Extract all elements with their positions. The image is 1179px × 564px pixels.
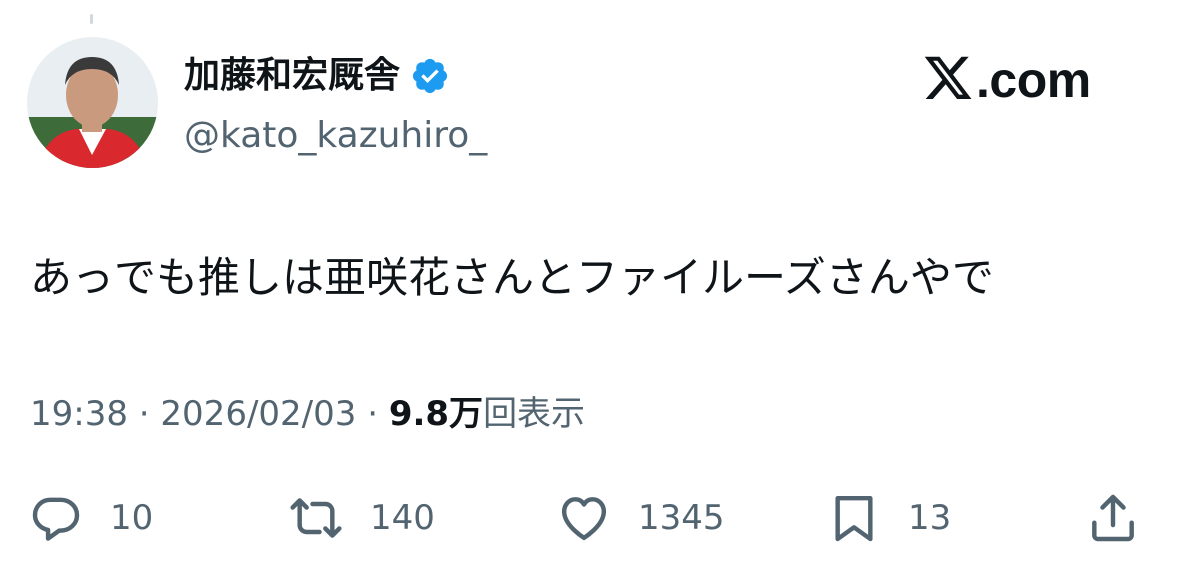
repost-icon	[290, 498, 342, 538]
repost-button[interactable]: 140	[288, 490, 435, 546]
repost-count: 140	[370, 498, 435, 538]
like-button[interactable]: 1345	[556, 490, 725, 546]
bookmark-icon	[835, 495, 873, 542]
avatar-image	[27, 37, 158, 168]
like-count: 1345	[638, 498, 725, 538]
bookmark-count: 13	[908, 498, 952, 538]
heart-icon	[561, 497, 607, 541]
author-display-name[interactable]: 加藤和宏厩舎	[184, 52, 400, 100]
reply-icon	[32, 497, 80, 541]
tweet-date[interactable]: 2026/02/03	[160, 394, 356, 434]
views-count: 9.8万	[388, 394, 484, 434]
share-button[interactable]	[1085, 490, 1141, 546]
tweet-time[interactable]: 19:38	[30, 394, 128, 434]
avatar[interactable]	[27, 37, 158, 168]
x-logo-icon	[924, 56, 972, 99]
verified-badge-icon	[410, 56, 450, 96]
author-name-row[interactable]: 加藤和宏厩舎	[184, 52, 450, 100]
meta-separator: ·	[127, 394, 161, 434]
x-com-logo: .com	[922, 50, 1091, 110]
views-label: 回表示	[483, 394, 586, 434]
top-divider-mark	[90, 14, 93, 24]
author-handle[interactable]: @kato_kazuhiro_	[184, 112, 487, 160]
tweet-meta: 19:38 · 2026/02/03 · 9.8万回表示	[30, 390, 585, 438]
tweet-text: あっでも推しは亜咲花さんとファイルーズさんやで	[30, 253, 994, 302]
reply-button[interactable]: 10	[28, 490, 153, 546]
meta-separator: ·	[356, 394, 389, 434]
bookmark-button[interactable]: 13	[826, 490, 951, 546]
share-icon	[1092, 494, 1134, 542]
logo-text: .com	[976, 52, 1091, 108]
reply-count: 10	[110, 498, 154, 538]
